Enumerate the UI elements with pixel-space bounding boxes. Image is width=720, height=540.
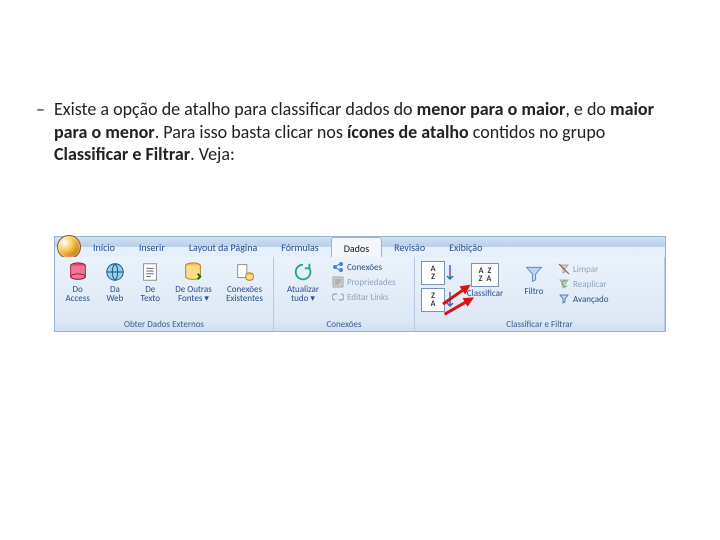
tab-inicio[interactable]: Início: [81, 237, 127, 257]
t-b3: ícones de atalho: [347, 121, 469, 143]
sort-za-icon: Z A: [421, 288, 445, 312]
excel-ribbon: Início Inserir Layout da Página Fórmulas…: [54, 236, 666, 332]
existing-connections-label: ConexõesExistentes: [226, 285, 263, 304]
edit-links-label: Editar Links: [347, 292, 389, 303]
reapply-icon: [558, 278, 570, 290]
down-arrow-icon: [446, 263, 454, 283]
other-sources-icon: [182, 261, 204, 283]
properties-label: Propriedades: [347, 277, 396, 288]
office-button-icon[interactable]: [57, 235, 81, 259]
sort-button[interactable]: AZ ZA Classificar: [460, 259, 510, 298]
clear-filter-icon: [558, 263, 570, 275]
t1: Existe a opção de atalho para classifica…: [54, 98, 417, 120]
bullet-text: – Existe a opção de atalho para classifi…: [54, 98, 666, 166]
group-classificar-label: Classificar e Filtrar: [415, 319, 664, 330]
database-icon: [67, 261, 89, 283]
sort-az-icon: A Z: [421, 261, 445, 285]
funnel-icon: [524, 263, 544, 285]
from-access-label: DoAccess: [65, 285, 89, 304]
tab-dados[interactable]: Dados: [331, 237, 382, 258]
edit-links-button: Editar Links: [332, 291, 396, 303]
globe-icon: [104, 261, 126, 283]
existing-connections-button[interactable]: ConexõesExistentes: [220, 257, 269, 304]
slide: – Existe a opção de atalho para classifi…: [0, 0, 720, 540]
clear-label: Limpar: [573, 264, 598, 275]
text-file-icon: [139, 261, 161, 283]
from-other-sources-button[interactable]: De OutrasFontes ▾: [169, 257, 218, 304]
tab-revisao[interactable]: Revisão: [382, 237, 437, 257]
group-conexoes: Atualizartudo ▾ Conexões Propriedades: [274, 257, 415, 331]
connections-button[interactable]: Conexões: [332, 261, 396, 273]
sort-label: Classificar: [467, 289, 503, 298]
tab-exibicao[interactable]: Exibição: [437, 237, 494, 257]
ribbon-tabs: Início Inserir Layout da Página Fórmulas…: [81, 237, 494, 257]
from-web-button[interactable]: DaWeb: [98, 257, 131, 304]
properties-icon: [332, 276, 344, 288]
advanced-button[interactable]: Avançado: [558, 293, 609, 305]
sort-ascending-button[interactable]: A Z: [421, 261, 454, 285]
ribbon-groups: DoAccess DaWeb DeTexto De OutrasFontes ▾: [55, 257, 665, 331]
filter-label: Filtro: [524, 287, 543, 296]
t3: . Para isso basta clicar nos: [155, 121, 347, 143]
refresh-all-button[interactable]: Atualizartudo ▾: [278, 257, 328, 304]
group-classificar-filtrar: A Z Z A: [415, 257, 665, 331]
advanced-filter-icon: [558, 293, 570, 305]
t-b4: Classificar e Filtrar: [54, 143, 190, 165]
reapply-button: Reaplicar: [558, 278, 609, 290]
tab-inserir[interactable]: Inserir: [127, 237, 177, 257]
from-other-sources-label: De OutrasFontes ▾: [175, 285, 212, 304]
existing-connections-icon: [234, 261, 256, 283]
properties-button: Propriedades: [332, 276, 396, 288]
group-obter-dados-externos: DoAccess DaWeb DeTexto De OutrasFontes ▾: [55, 257, 274, 331]
t-b1: menor para o maior: [417, 98, 566, 120]
connections-label: Conexões: [347, 262, 382, 273]
from-web-label: DaWeb: [106, 285, 123, 304]
from-text-button[interactable]: DeTexto: [134, 257, 167, 304]
bullet-dash: –: [36, 98, 45, 121]
t5: . Veja:: [190, 143, 235, 165]
edit-links-icon: [332, 291, 344, 303]
refresh-all-label: Atualizartudo ▾: [287, 285, 319, 304]
clear-button: Limpar: [558, 263, 609, 275]
group-conexoes-label: Conexões: [274, 319, 414, 330]
from-access-button[interactable]: DoAccess: [59, 257, 96, 304]
tab-layout[interactable]: Layout da Página: [177, 237, 269, 257]
from-text-label: DeTexto: [141, 285, 161, 304]
sort-dialog-icon: AZ ZA: [471, 263, 499, 287]
t2: , e do: [565, 98, 610, 120]
tab-formulas[interactable]: Fórmulas: [269, 237, 330, 257]
group-obter-label: Obter Dados Externos: [55, 319, 273, 330]
reapply-label: Reaplicar: [573, 279, 607, 290]
filter-button[interactable]: Filtro: [516, 259, 552, 296]
advanced-label: Avançado: [573, 294, 609, 305]
connections-icon: [332, 261, 344, 273]
t4: contidos no grupo: [469, 121, 606, 143]
refresh-icon: [292, 261, 314, 283]
